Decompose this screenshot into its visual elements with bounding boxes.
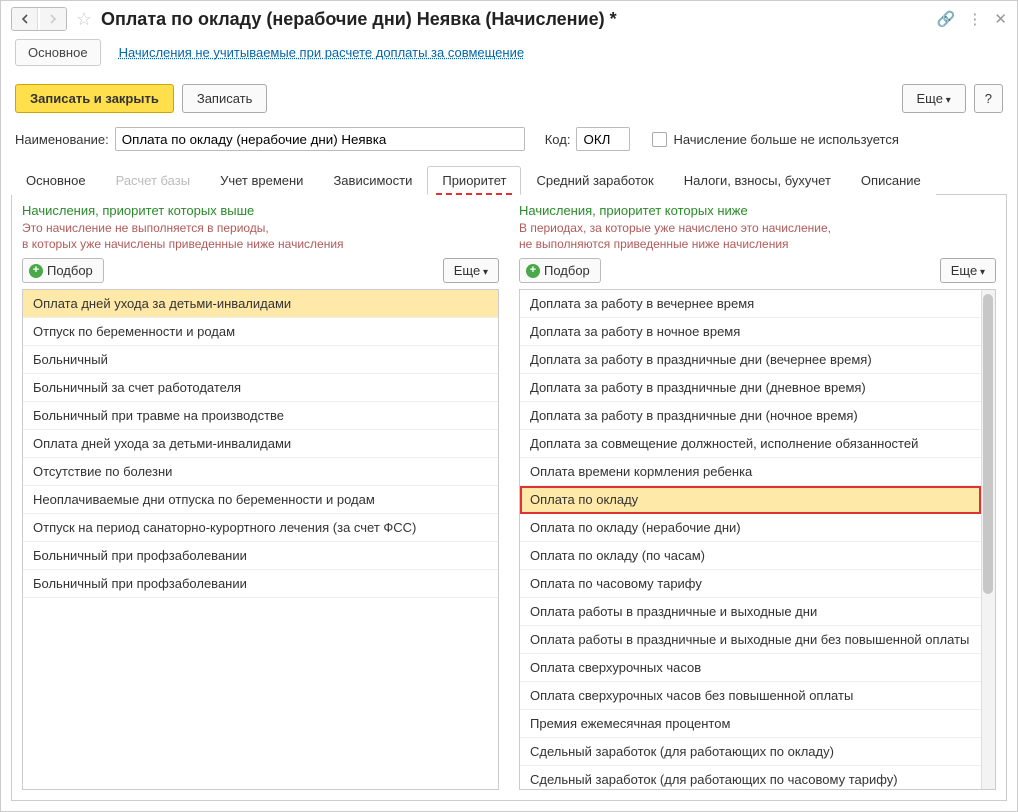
section-main[interactable]: Основное	[15, 39, 101, 66]
list-item[interactable]: Больничный при профзаболевании	[23, 542, 498, 570]
code-input[interactable]	[576, 127, 630, 151]
back-button[interactable]	[12, 8, 38, 30]
arrow-left-icon	[19, 13, 31, 25]
pane-left-toolbar: + Подбор Еще	[22, 258, 499, 283]
pane-right-title: Начисления, приоритет которых ниже	[519, 203, 996, 218]
tab-1: Расчет базы	[101, 166, 206, 195]
form-row: Наименование: Код: Начисление больше не …	[1, 123, 1017, 161]
nav-buttons	[11, 7, 67, 31]
kebab-menu-icon[interactable]: ⋮	[967, 10, 982, 28]
code-label: Код:	[545, 132, 571, 147]
list-item[interactable]: Больничный	[23, 346, 498, 374]
tab-7[interactable]: Описание	[846, 166, 936, 195]
list-item[interactable]: Доплата за работу в праздничные дни (ноч…	[520, 402, 981, 430]
right-select-label: Подбор	[544, 263, 590, 278]
plus-icon: +	[29, 264, 43, 278]
window: ☆ Оплата по окладу (нерабочие дни) Неявк…	[0, 0, 1018, 812]
list-item[interactable]: Больничный при профзаболевании	[23, 570, 498, 598]
tab-2[interactable]: Учет времени	[205, 166, 318, 195]
list-item[interactable]: Оплата по окладу (по часам)	[520, 542, 981, 570]
more-button[interactable]: Еще	[902, 84, 966, 113]
tabs: ОсновноеРасчет базыУчет времениЗависимос…	[11, 165, 1007, 195]
name-input[interactable]	[115, 127, 525, 151]
left-select-label: Подбор	[47, 263, 93, 278]
list-item[interactable]: Оплата по часовому тарифу	[520, 570, 981, 598]
arrow-right-icon	[47, 13, 59, 25]
list-item[interactable]: Оплата работы в праздничные и выходные д…	[520, 626, 981, 654]
list-item[interactable]: Премия ежемесячная процентом	[520, 710, 981, 738]
name-label: Наименование:	[15, 132, 109, 147]
help-button[interactable]: ?	[974, 84, 1003, 113]
tab-priority-content: Начисления, приоритет которых выше Это н…	[11, 195, 1007, 801]
favorite-star-icon[interactable]: ☆	[73, 8, 95, 30]
section-extra-link[interactable]: Начисления не учитываемые при расчете до…	[119, 45, 525, 60]
list-item[interactable]: Доплата за совмещение должностей, исполн…	[520, 430, 981, 458]
right-more-button[interactable]: Еще	[940, 258, 996, 283]
list-item[interactable]: Оплата сверхурочных часов без повышенной…	[520, 682, 981, 710]
tab-0[interactable]: Основное	[11, 166, 101, 195]
list-item[interactable]: Отпуск по беременности и родам	[23, 318, 498, 346]
toolbar: Записать и закрыть Записать Еще ?	[1, 78, 1017, 123]
left-select-button[interactable]: + Подбор	[22, 258, 104, 283]
list-item[interactable]: Оплата по окладу (нерабочие дни)	[520, 514, 981, 542]
list-item[interactable]: Отпуск на период санаторно-курортного ле…	[23, 514, 498, 542]
pane-right-subtitle: В периодах, за которые уже начислено это…	[519, 220, 996, 252]
plus-icon: +	[526, 264, 540, 278]
pane-left-title: Начисления, приоритет которых выше	[22, 203, 499, 218]
list-item[interactable]: Оплата по окладу	[520, 486, 981, 514]
tab-4[interactable]: Приоритет	[427, 166, 521, 195]
list-item[interactable]: Неоплачиваемые дни отпуска по беременнос…	[23, 486, 498, 514]
right-listbox[interactable]: Доплата за работу в вечернее времяДоплат…	[519, 289, 996, 790]
scrollbar-track[interactable]	[981, 290, 995, 789]
tab-6[interactable]: Налоги, взносы, бухучет	[669, 166, 846, 195]
not-used-checkbox[interactable]	[652, 132, 667, 147]
tab-3[interactable]: Зависимости	[318, 166, 427, 195]
save-button[interactable]: Записать	[182, 84, 268, 113]
list-item[interactable]: Оплата дней ухода за детьми-инвалидами	[23, 430, 498, 458]
list-item[interactable]: Больничный при травме на производстве	[23, 402, 498, 430]
save-close-button[interactable]: Записать и закрыть	[15, 84, 174, 113]
list-item[interactable]: Доплата за работу в праздничные дни (веч…	[520, 346, 981, 374]
section-links: Основное Начисления не учитываемые при р…	[1, 35, 1017, 78]
link-icon[interactable]: 🔗	[937, 10, 956, 28]
list-item[interactable]: Доплата за работу в праздничные дни (дне…	[520, 374, 981, 402]
left-more-button[interactable]: Еще	[443, 258, 499, 283]
list-item[interactable]: Больничный за счет работодателя	[23, 374, 498, 402]
list-item[interactable]: Сдельный заработок (для работающих по ча…	[520, 766, 981, 790]
list-item[interactable]: Сдельный заработок (для работающих по ок…	[520, 738, 981, 766]
left-listbox[interactable]: Оплата дней ухода за детьми-инвалидамиОт…	[22, 289, 499, 790]
list-item[interactable]: Оплата сверхурочных часов	[520, 654, 981, 682]
page-title: Оплата по окладу (нерабочие дни) Неявка …	[101, 9, 931, 30]
close-icon[interactable]: ✕	[994, 10, 1007, 28]
list-item[interactable]: Доплата за работу в вечернее время	[520, 290, 981, 318]
pane-right-toolbar: + Подбор Еще	[519, 258, 996, 283]
list-item[interactable]: Оплата дней ухода за детьми-инвалидами	[23, 290, 498, 318]
pane-left-subtitle: Это начисление не выполняется в периоды,…	[22, 220, 499, 252]
list-item[interactable]: Оплата работы в праздничные и выходные д…	[520, 598, 981, 626]
title-actions: 🔗 ⋮ ✕	[937, 10, 1007, 28]
list-item[interactable]: Оплата времени кормления ребенка	[520, 458, 981, 486]
not-used-label: Начисление больше не используется	[673, 132, 898, 147]
titlebar: ☆ Оплата по окладу (нерабочие дни) Неявк…	[1, 1, 1017, 35]
forward-button[interactable]	[40, 8, 66, 30]
right-select-button[interactable]: + Подбор	[519, 258, 601, 283]
tab-5[interactable]: Средний заработок	[521, 166, 668, 195]
list-item[interactable]: Отсутствие по болезни	[23, 458, 498, 486]
pane-lower-priority: Начисления, приоритет которых ниже В пер…	[509, 195, 1006, 800]
pane-higher-priority: Начисления, приоритет которых выше Это н…	[12, 195, 509, 800]
scrollbar-thumb[interactable]	[983, 294, 993, 594]
list-item[interactable]: Доплата за работу в ночное время	[520, 318, 981, 346]
